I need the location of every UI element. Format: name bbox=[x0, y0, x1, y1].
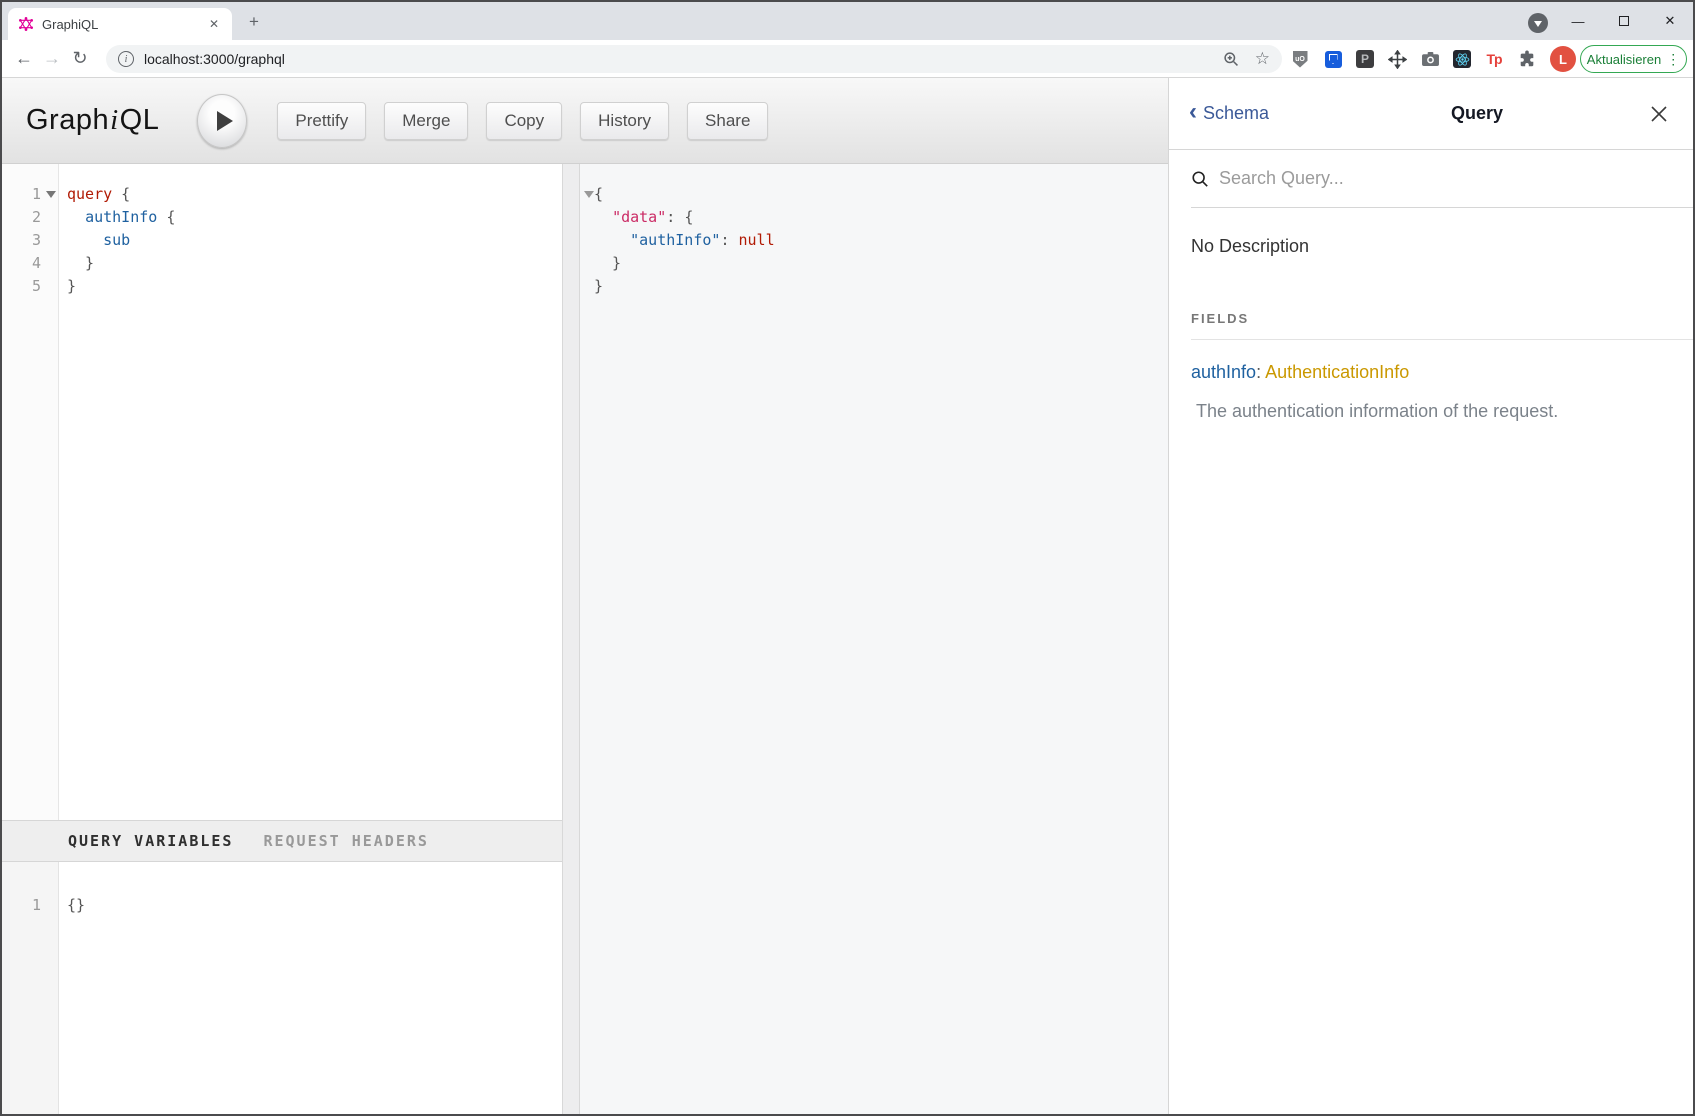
field-type-link[interactable]: AuthenticationInfo bbox=[1265, 362, 1409, 382]
docs-header: ‹ Schema Query bbox=[1169, 78, 1693, 150]
forward-icon[interactable]: → bbox=[38, 45, 66, 73]
variables-editor-gutter: 1 bbox=[2, 862, 59, 1114]
query-code[interactable]: query { authInfo { sub } } bbox=[67, 183, 562, 298]
variables-code[interactable]: {} bbox=[67, 894, 85, 917]
fields-divider bbox=[1191, 339, 1693, 340]
maximize-button[interactable] bbox=[1601, 2, 1647, 40]
close-window-button[interactable]: ✕ bbox=[1647, 2, 1693, 40]
search-icon bbox=[1191, 170, 1209, 188]
site-info-icon[interactable]: i bbox=[118, 51, 134, 67]
move-tool-extension-icon[interactable] bbox=[1387, 49, 1407, 69]
play-icon bbox=[217, 111, 233, 131]
titlebar: GraphiQL ✕ + — ✕ bbox=[2, 2, 1693, 40]
line-number: 3 bbox=[2, 229, 58, 252]
field-description: The authentication information of the re… bbox=[1196, 401, 1693, 422]
tab-request-headers[interactable]: REQUEST HEADERS bbox=[263, 830, 428, 853]
minimize-button[interactable]: — bbox=[1555, 2, 1601, 40]
react-devtools-extension-icon[interactable] bbox=[1453, 50, 1471, 68]
docs-search-bar bbox=[1191, 150, 1693, 208]
window-controls: — ✕ bbox=[1555, 2, 1693, 40]
query-editor-gutter: 1 2 3 4 5 bbox=[2, 164, 59, 820]
back-icon[interactable]: ← bbox=[10, 45, 38, 73]
close-icon bbox=[1650, 105, 1668, 123]
line-number: 5 bbox=[2, 275, 58, 298]
variables-tab-bar: QUERY VARIABLES REQUEST HEADERS bbox=[2, 820, 562, 862]
field-name-link[interactable]: authInfo bbox=[1191, 362, 1256, 382]
prettify-button[interactable]: Prettify bbox=[277, 102, 366, 140]
chrome-menu-icon[interactable]: ⋮ bbox=[1666, 51, 1680, 68]
update-button-label: Aktualisieren bbox=[1587, 52, 1661, 67]
docs-back-label: Schema bbox=[1203, 103, 1269, 124]
bitwarden-extension-icon[interactable] bbox=[1323, 49, 1343, 69]
copy-button[interactable]: Copy bbox=[486, 102, 562, 140]
tab-close-icon[interactable]: ✕ bbox=[206, 16, 222, 32]
screenshot-extension-icon[interactable] bbox=[1420, 49, 1440, 69]
profile-avatar[interactable]: L bbox=[1550, 46, 1576, 72]
variables-editor[interactable]: 1 {} bbox=[2, 862, 562, 1114]
history-button[interactable]: History bbox=[580, 102, 669, 140]
new-tab-button[interactable]: + bbox=[244, 12, 264, 32]
docs-search-input[interactable] bbox=[1219, 168, 1693, 189]
fold-arrow-icon[interactable] bbox=[584, 191, 594, 198]
address-bar[interactable]: i localhost:3000/graphql ☆ bbox=[106, 45, 1282, 73]
docs-close-button[interactable] bbox=[1625, 105, 1693, 123]
fold-arrow-icon[interactable] bbox=[46, 191, 56, 198]
browser-toolbar: ← → ↻ i localhost:3000/graphql ☆ uO P bbox=[2, 40, 1693, 78]
extension-icons: uO P bbox=[1290, 40, 1576, 78]
browser-tab[interactable]: GraphiQL ✕ bbox=[8, 8, 232, 40]
line-number: 4 bbox=[2, 252, 58, 275]
zoom-page-icon[interactable] bbox=[1223, 51, 1240, 68]
url-text[interactable]: localhost:3000/graphql bbox=[144, 51, 1223, 67]
update-browser-button[interactable]: Aktualisieren ⋮ bbox=[1580, 45, 1687, 73]
pane-resize-handle[interactable] bbox=[562, 164, 580, 1114]
execute-query-button[interactable] bbox=[197, 94, 247, 148]
bookmark-star-icon[interactable]: ☆ bbox=[1255, 49, 1270, 69]
chevron-left-icon: ‹ bbox=[1189, 103, 1197, 121]
browser-window: GraphiQL ✕ + — ✕ ← → ↻ i localhost:3000/… bbox=[0, 0, 1695, 1116]
p-extension-icon[interactable]: P bbox=[1356, 50, 1374, 68]
docs-back-link[interactable]: ‹ Schema bbox=[1169, 103, 1329, 124]
query-editor[interactable]: 1 2 3 4 5 query { authInfo { sub } } QUE… bbox=[2, 164, 562, 1114]
docs-explorer-panel: ‹ Schema Query No Description FIELDS aut… bbox=[1168, 78, 1693, 1114]
extensions-puzzle-icon[interactable] bbox=[1517, 49, 1537, 69]
reload-icon[interactable]: ↻ bbox=[66, 45, 94, 73]
graphiql-logo: GraphiQL bbox=[26, 104, 159, 137]
tab-query-variables[interactable]: QUERY VARIABLES bbox=[68, 830, 233, 853]
line-number: 2 bbox=[2, 206, 58, 229]
tab-title: GraphiQL bbox=[42, 17, 206, 32]
browser-update-badge-icon[interactable] bbox=[1528, 13, 1548, 33]
ublock-extension-icon[interactable]: uO bbox=[1290, 49, 1310, 69]
docs-content: No Description FIELDS authInfo: Authenti… bbox=[1169, 236, 1693, 422]
merge-button[interactable]: Merge bbox=[384, 102, 468, 140]
graphiql-topbar: GraphiQL Prettify Merge Copy History Sha… bbox=[2, 78, 1168, 164]
type-description: No Description bbox=[1191, 236, 1693, 257]
field-item: authInfo: AuthenticationInfo bbox=[1191, 362, 1693, 383]
tampermonkey-extension-icon[interactable]: Tp bbox=[1484, 49, 1504, 69]
docs-title: Query bbox=[1329, 103, 1625, 124]
line-number: 1 bbox=[2, 894, 58, 917]
share-button[interactable]: Share bbox=[687, 102, 768, 140]
graphql-favicon-icon bbox=[18, 16, 34, 32]
response-json: { "data": { "authInfo": null } } bbox=[594, 183, 775, 298]
fields-section-label: FIELDS bbox=[1191, 311, 1693, 326]
response-pane: { "data": { "authInfo": null } } bbox=[580, 164, 1168, 1114]
